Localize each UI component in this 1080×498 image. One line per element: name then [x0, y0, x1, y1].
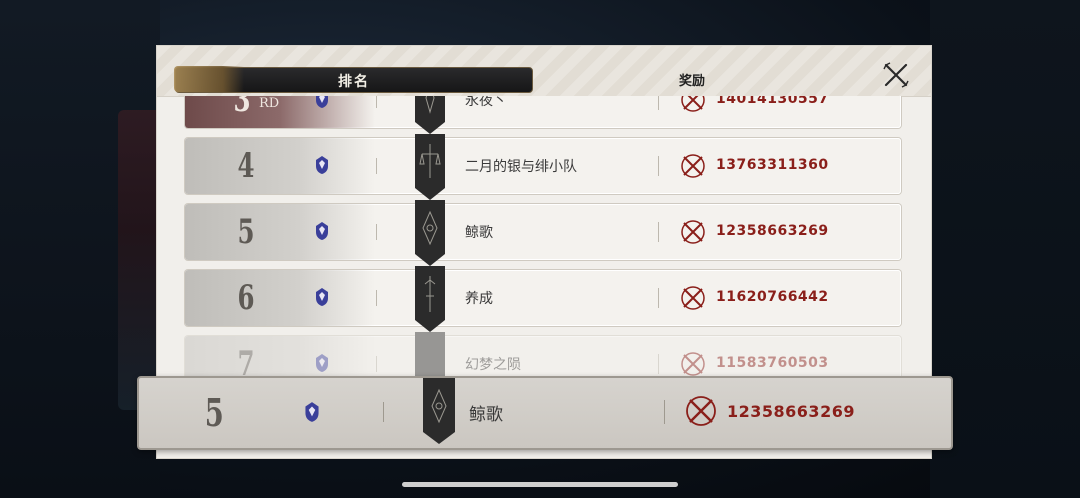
panel-header: 排名 奖励: [157, 46, 931, 97]
separator: [376, 356, 377, 372]
reward-column-header: 奖励: [679, 74, 706, 89]
list-item[interactable]: 4 二月的银与绯小队 13763311360: [185, 134, 901, 200]
background-left: [0, 0, 162, 498]
guild-banner-icon: [415, 200, 445, 266]
guild-emblem-icon: [316, 222, 328, 240]
tab-rank[interactable]: 排名: [174, 66, 533, 93]
list-item[interactable]: 5 鲸歌 12358663269: [185, 200, 901, 266]
background-blob: [118, 110, 162, 410]
separator: [658, 156, 659, 176]
rank-number: 5: [237, 212, 255, 252]
my-rank-row[interactable]: 5 鲸歌 12358663269: [137, 376, 953, 450]
close-button[interactable]: [879, 58, 913, 92]
score-value: 12358663269: [716, 223, 829, 239]
my-score-value: 12358663269: [727, 402, 855, 421]
separator: [658, 96, 659, 110]
rank-number: 6: [237, 278, 255, 318]
separator: [658, 354, 659, 374]
separator: [376, 158, 377, 174]
score-value: 13763311360: [716, 157, 829, 173]
team-name: 鲸歌: [465, 225, 493, 241]
my-team-name: 鲸歌: [469, 405, 503, 425]
rank-suffix: RD: [259, 96, 280, 111]
guild-emblem-icon: [305, 402, 319, 422]
team-name: 幻梦之陨: [465, 357, 521, 373]
guild-banner-icon: [415, 96, 445, 134]
team-name: 养成: [465, 291, 493, 307]
separator: [664, 400, 665, 424]
rank-background: [185, 204, 375, 260]
crossed-swords-icon: [686, 396, 716, 426]
score-value: 11583760503: [716, 355, 829, 371]
guild-emblem-icon: [316, 96, 328, 108]
score-value: 14014130557: [716, 96, 829, 107]
rank-background: [185, 270, 375, 326]
guild-banner-icon: [415, 134, 445, 200]
rank-background: [185, 138, 375, 194]
crossed-swords-icon: [681, 96, 705, 112]
home-indicator[interactable]: [402, 482, 678, 487]
list-item[interactable]: 3 RD 永夜丶 14014130557: [185, 96, 901, 134]
guild-banner-icon: [423, 378, 455, 444]
guild-emblem-icon: [316, 288, 328, 306]
my-rank-number: 5: [204, 390, 224, 435]
guild-banner-icon: [415, 266, 445, 332]
separator: [658, 222, 659, 242]
rank-background: [185, 96, 375, 128]
separator: [383, 402, 384, 422]
team-name: 永夜丶: [465, 96, 507, 109]
rank-number: 3: [233, 96, 251, 120]
separator: [376, 290, 377, 306]
crossed-swords-icon: [681, 154, 705, 178]
separator: [376, 96, 377, 108]
guild-emblem-icon: [316, 156, 328, 174]
separator: [376, 224, 377, 240]
tab-rank-label: 排名: [338, 74, 370, 90]
crossed-swords-icon: [681, 220, 705, 244]
crossed-swords-icon: [681, 352, 705, 376]
list-item[interactable]: 6 养成 11620766442: [185, 266, 901, 332]
team-name: 二月的银与绯小队: [465, 159, 577, 175]
rank-number: 4: [237, 146, 255, 186]
separator: [658, 288, 659, 308]
close-icon: [883, 62, 909, 88]
crossed-swords-icon: [681, 286, 705, 310]
guild-emblem-icon: [316, 354, 328, 372]
score-value: 11620766442: [716, 289, 829, 305]
